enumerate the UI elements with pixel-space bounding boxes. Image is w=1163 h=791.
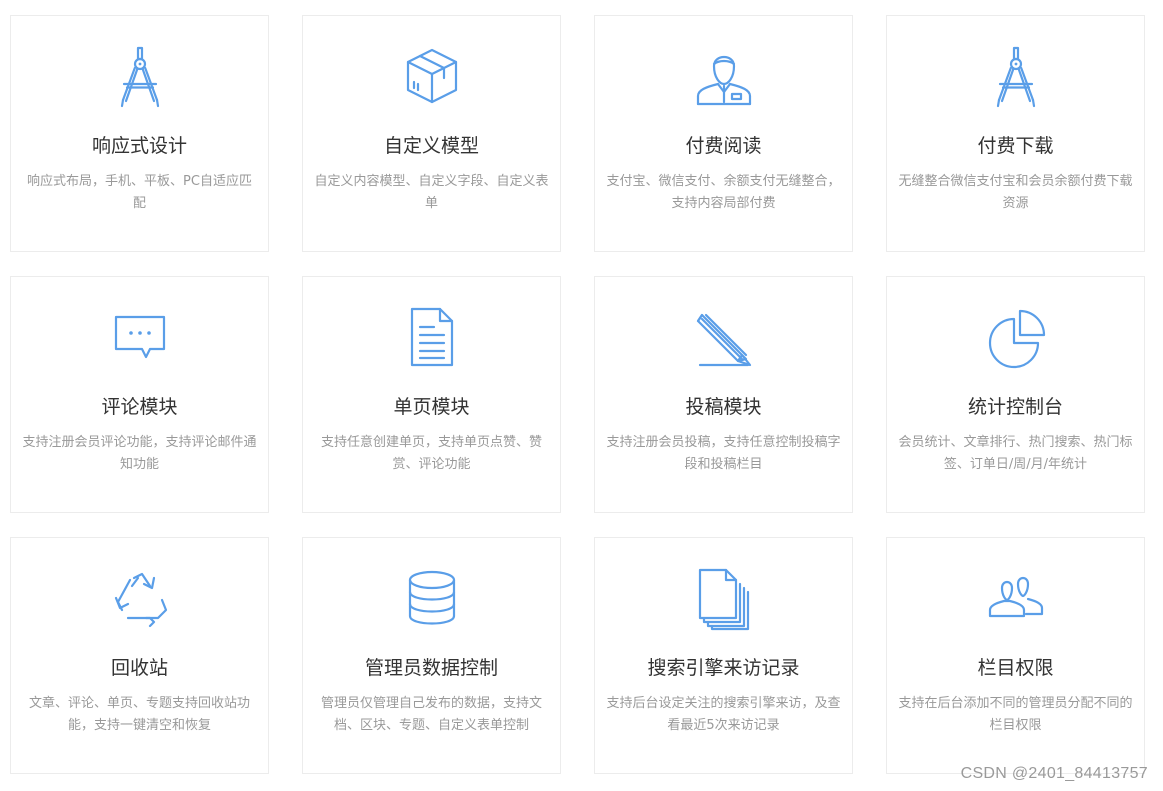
feature-card[interactable]: 付费下载无缝整合微信支付宝和会员余额付费下载资源: [886, 15, 1145, 252]
feature-description: 支持注册会员评论功能，支持评论邮件通知功能: [22, 435, 257, 472]
feature-title: 付费下载: [977, 135, 1054, 157]
feature-card[interactable]: 付费阅读支付宝、微信支付、余额支付无缝整合，支持内容局部付费: [594, 15, 853, 252]
feature-card[interactable]: 自定义模型自定义内容模型、自定义字段、自定义表单: [302, 15, 561, 252]
feature-description: 支持后台设定关注的搜索引擎来访，及查看最近5次来访记录: [606, 696, 841, 733]
feature-description: 会员统计、文章排行、热门搜索、热门标签、订单日/周/月/年统计: [898, 435, 1133, 472]
feature-description: 支持在后台添加不同的管理员分配不同的栏目权限: [898, 696, 1133, 733]
feature-title: 响应式设计: [91, 135, 187, 157]
feature-description: 文章、评论、单页、专题支持回收站功能，支持一键清空和恢复: [28, 696, 250, 733]
database-icon: [303, 566, 560, 630]
pencil-icon: [595, 305, 852, 369]
feature-title: 管理员数据控制: [364, 657, 498, 679]
pie-chart-icon: [887, 305, 1144, 369]
feature-title: 付费阅读: [685, 135, 762, 157]
compass-icon: [11, 44, 268, 108]
feature-card[interactable]: 回收站文章、评论、单页、专题支持回收站功能，支持一键清空和恢复: [10, 537, 269, 774]
box-icon: [303, 44, 560, 108]
feature-card[interactable]: 响应式设计响应式布局，手机、平板、PC自适应匹配: [10, 15, 269, 252]
feature-card[interactable]: 投稿模块支持注册会员投稿，支持任意控制投稿字段和投稿栏目: [594, 276, 853, 513]
feature-description: 支付宝、微信支付、余额支付无缝整合，支持内容局部付费: [606, 174, 841, 211]
feature-description: 响应式布局，手机、平板、PC自适应匹配: [27, 174, 252, 211]
feature-description: 自定义内容模型、自定义字段、自定义表单: [314, 174, 549, 211]
feature-description: 无缝整合微信支付宝和会员余额付费下载资源: [898, 174, 1133, 211]
feature-title: 统计控制台: [967, 396, 1063, 418]
feature-title: 搜索引擎来访记录: [647, 657, 800, 679]
feature-description: 管理员仅管理自己发布的数据，支持文档、区块、专题、自定义表单控制: [320, 696, 542, 733]
feature-card[interactable]: 栏目权限支持在后台添加不同的管理员分配不同的栏目权限: [886, 537, 1145, 774]
feature-title: 投稿模块: [685, 396, 762, 418]
users-icon: [887, 566, 1144, 630]
feature-card[interactable]: 搜索引擎来访记录支持后台设定关注的搜索引擎来访，及查看最近5次来访记录: [594, 537, 853, 774]
feature-title: 评论模块: [101, 396, 178, 418]
feature-description: 支持任意创建单页，支持单页点赞、赞赏、评论功能: [320, 435, 542, 472]
feature-title: 栏目权限: [977, 657, 1054, 679]
feature-card[interactable]: 评论模块支持注册会员评论功能，支持评论邮件通知功能: [10, 276, 269, 513]
files-icon: [595, 566, 852, 631]
recycle-icon: [11, 566, 268, 630]
feature-title: 自定义模型: [383, 135, 479, 157]
feature-card[interactable]: 统计控制台会员统计、文章排行、热门搜索、热门标签、订单日/周/月/年统计: [886, 276, 1145, 513]
feature-description: 支持注册会员投稿，支持任意控制投稿字段和投稿栏目: [606, 435, 841, 472]
feature-title: 回收站: [110, 657, 168, 679]
watermark: CSDN @2401_84413757: [960, 765, 1148, 782]
comment-icon: [11, 305, 268, 369]
feature-card[interactable]: 管理员数据控制管理员仅管理自己发布的数据，支持文档、区块、专题、自定义表单控制: [302, 537, 561, 774]
user-icon: [595, 44, 852, 108]
feature-card[interactable]: 单页模块支持任意创建单页，支持单页点赞、赞赏、评论功能: [302, 276, 561, 513]
document-icon: [303, 305, 560, 369]
feature-title: 单页模块: [393, 396, 470, 418]
compass-icon: [887, 44, 1144, 108]
